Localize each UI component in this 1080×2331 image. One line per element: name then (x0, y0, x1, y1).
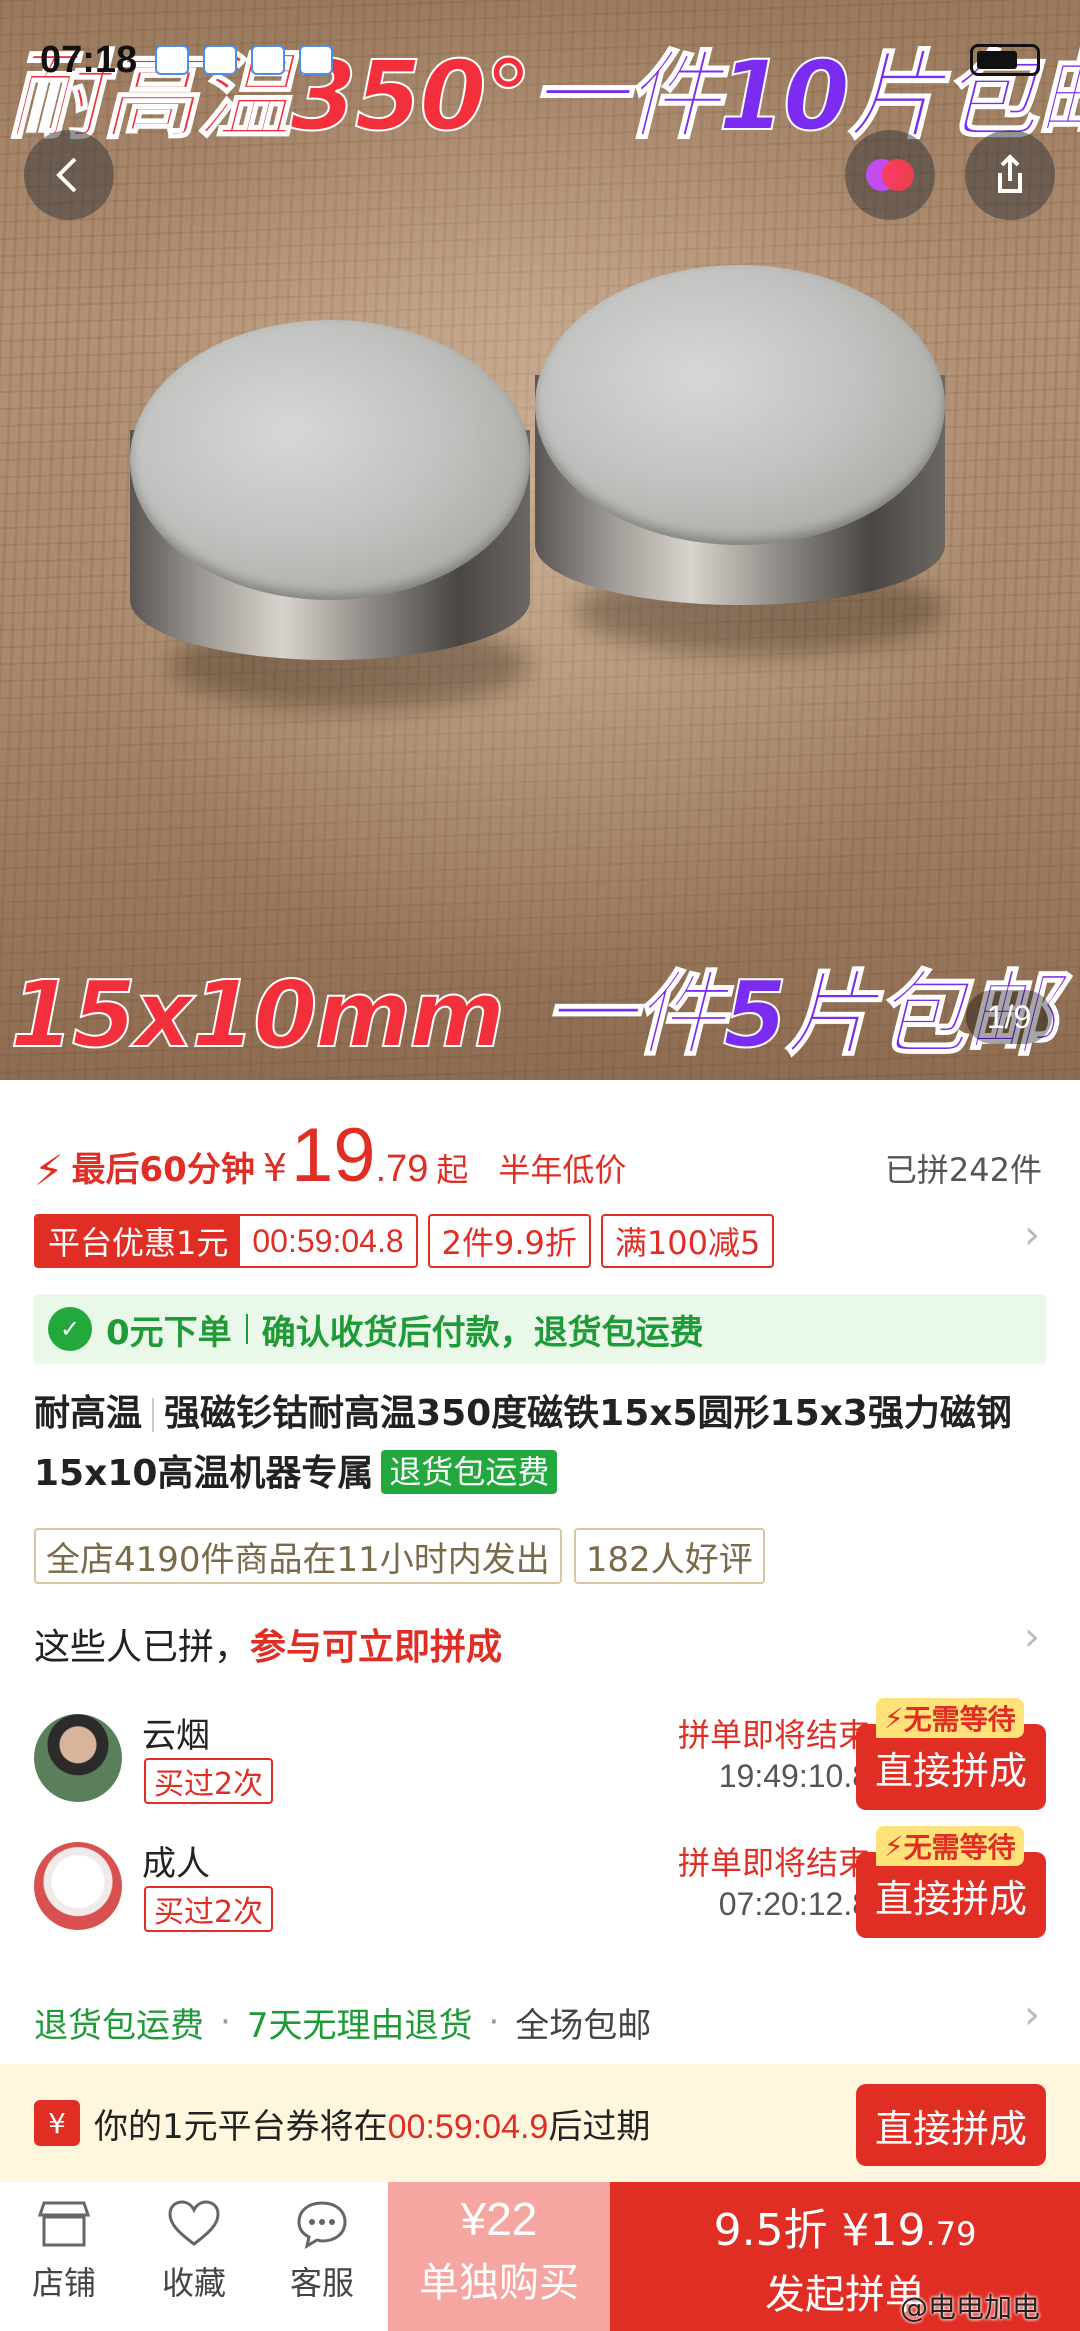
price-row: ⚡ 最后60分钟 ¥ 19 .79 起 半年低价 已拼242件 (34, 1112, 1064, 1198)
group-row: 云烟 买过2次 拼单即将结束 19:49:10.8 直接拼成 ⚡ 无需等待 (34, 1698, 1054, 1824)
magnet-left (130, 320, 530, 720)
guarantee-free-return: 退货包运费 (34, 2005, 204, 2046)
sold-count: 已拼242件 (884, 1151, 1042, 1189)
image-pager: 1/9 (966, 990, 1052, 1044)
divider (245, 1314, 248, 1344)
dot-separator: · (220, 2002, 231, 2042)
weather-icon (299, 45, 334, 75)
no-wait-tag: ⚡ 无需等待 (876, 1826, 1024, 1866)
promo-row[interactable]: 平台优惠1元 00:59:04.8 2件9.9折 满100减5 (34, 1214, 1044, 1268)
group-head-highlight: 参与可立即拼成 (250, 1627, 503, 1668)
user-name: 成人 (142, 1844, 210, 1884)
no-wait-label: 无需等待 (903, 1703, 1016, 1736)
favorite-nav[interactable]: 收藏 (134, 2196, 254, 2304)
bought-badge: 买过2次 (144, 1886, 274, 1932)
no-wait-tag: ⚡ 无需等待 (876, 1698, 1024, 1738)
chevron-right-icon[interactable]: › (1024, 1212, 1040, 1258)
group-price-main: 9.5折 ¥19 (713, 2205, 926, 2256)
discount-countdown: 00:59:04.8 (252, 1222, 404, 1259)
avatar (34, 1714, 122, 1802)
alone-label: 单独购买 (419, 2260, 579, 2306)
group-ending-label: 拼单即将结束 (677, 1716, 870, 1754)
currency-symbol: ¥ (262, 1146, 288, 1190)
bought-badge: 买过2次 (144, 1758, 274, 1804)
avatar (34, 1842, 122, 1930)
alone-price: ¥22 (460, 2193, 538, 2245)
coupon-text: 你的1元平台券将在00:59:04.9后过期 (94, 2099, 650, 2148)
group-ending-label: 拼单即将结束 (677, 1844, 870, 1882)
group-countdown: 07:20:12.8 (718, 1886, 870, 1922)
guarantee-free-shipping: 全场包邮 (515, 2005, 652, 2046)
flash-label: 最后60分钟 (71, 1150, 255, 1190)
store-nav[interactable]: 店铺 (4, 2196, 124, 2304)
coupon-join-button[interactable]: 直接拼成 (856, 2084, 1046, 2166)
image-caption-bottom: 15x10mm 一件5片包邮 (9, 960, 1058, 1069)
service-tags: 全店4190件商品在11小时内发出 182人好评 (34, 1528, 765, 1584)
reviews-tag[interactable]: 182人好评 (573, 1528, 765, 1584)
mail-icon (203, 45, 238, 75)
shield-icon: ✓ (48, 1307, 92, 1351)
buy-alone-button[interactable]: ¥22 单独购买 (388, 2182, 610, 2331)
product-title: 耐高温 强磁钐钴耐高温350度磁铁15x5圆形15x3强力磁钢15x10高温机器专… (34, 1384, 1054, 1504)
heart-icon (166, 2196, 222, 2252)
low-price-label: 半年低价 (498, 1151, 627, 1189)
notification-icon (155, 45, 190, 75)
guarantee-7day: 7天无理由退货 (246, 2005, 473, 2046)
coupon-countdown: 00:59:04.9 (387, 2107, 549, 2146)
chevron-right-icon[interactable]: › (1024, 1614, 1040, 1660)
group-countdown: 19:49:10.8 (718, 1758, 870, 1794)
store-icon (36, 2196, 92, 2252)
multi-buy-chip: 2件9.9折 (427, 1214, 591, 1268)
battery-icon (970, 44, 1040, 76)
user-name: 云烟 (142, 1716, 210, 1756)
status-bar: 07:18 (0, 30, 1080, 90)
free-return-tag: 退货包运费 (381, 1450, 558, 1494)
mail-icon (251, 45, 286, 75)
platform-discount-chip: 平台优惠1元 00:59:04.8 (34, 1214, 418, 1268)
coupon-prefix: 你的1元平台券将在 (94, 2106, 388, 2147)
magnet-right (535, 265, 945, 685)
logo-icon (866, 159, 914, 191)
service-nav[interactable]: 客服 (262, 2196, 382, 2304)
chat-icon (294, 2196, 350, 2252)
price-suffix: 起 (436, 1151, 469, 1189)
favorite-label: 收藏 (161, 2264, 226, 2302)
group-price: 9.5折 ¥19.79 (610, 2194, 1080, 2258)
group-buy-header[interactable]: 这些人已拼， 参与可立即拼成 (34, 1614, 1054, 1674)
guarantee-row[interactable]: 退货包运费 · 7天无理由退货 · 全场包邮 (34, 1992, 1054, 2052)
app-logo-button[interactable] (845, 130, 935, 220)
group-row: 成人 买过2次 拼单即将结束 07:20:12.8 直接拼成 ⚡ 无需等待 (34, 1826, 1054, 1952)
zero-pay-banner: ✓ 0元下单 确认收货后付款，退货包运费 (34, 1294, 1046, 1364)
service-label: 客服 (289, 2264, 354, 2302)
flash-icon: ⚡ (34, 1146, 64, 1195)
no-wait-label: 无需等待 (903, 1831, 1016, 1864)
zero-pay-desc: 确认收货后付款，退货包运费 (261, 1312, 704, 1353)
back-button[interactable] (24, 130, 114, 220)
coupon-icon: ¥ (34, 2100, 80, 2146)
share-icon (998, 154, 1022, 193)
divider (152, 1398, 155, 1432)
store-label: 店铺 (31, 2264, 96, 2302)
share-button[interactable] (965, 130, 1055, 220)
back-arrow-icon (56, 157, 77, 193)
price-integer: 19 (291, 1113, 376, 1198)
coupon-bar: ¥ 你的1元平台券将在00:59:04.9后过期 直接拼成 (0, 2064, 1080, 2182)
chevron-right-icon[interactable]: › (1024, 1992, 1040, 2038)
shipping-tag: 全店4190件商品在11小时内发出 (34, 1528, 562, 1584)
coupon-suffix: 后过期 (548, 2106, 651, 2147)
platform-discount-label: 平台优惠1元 (36, 1216, 241, 1266)
price-decimal: .79 (375, 1148, 429, 1190)
watermark: @电电加电 (900, 2291, 1041, 2324)
full-reduction-chip: 满100减5 (600, 1214, 775, 1268)
group-price-decimal: .79 (925, 2215, 977, 2253)
title-brand: 耐高温 (34, 1393, 143, 1434)
zero-pay-label: 0元下单 (106, 1312, 232, 1353)
dot-separator: · (488, 2002, 500, 2042)
status-time: 07:18 (40, 38, 138, 81)
group-head-text: 这些人已拼， (34, 1627, 251, 1668)
